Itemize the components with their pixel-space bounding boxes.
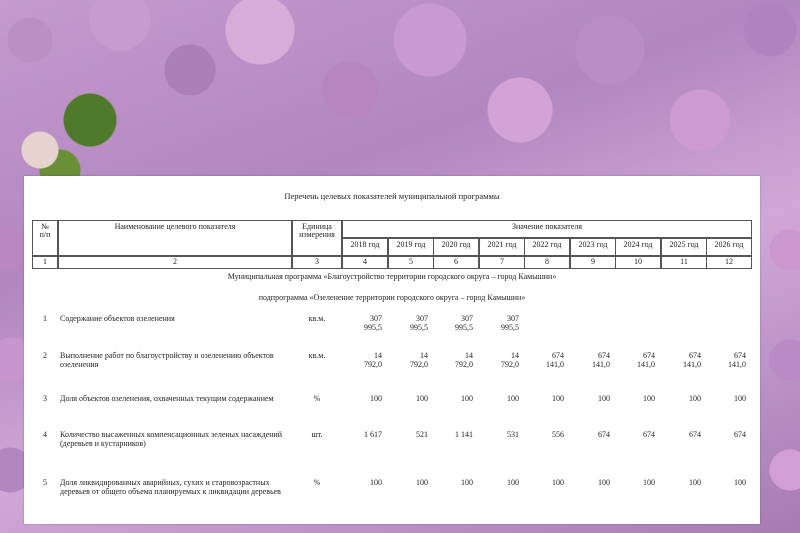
indicator-value: 674 — [643, 430, 655, 439]
header-year: 2024 год — [615, 238, 661, 256]
indicator-value: 1 141 — [455, 430, 473, 439]
indicator-value: 100 — [507, 478, 519, 487]
column-number: 6 — [433, 256, 479, 269]
indicator-value: 100 — [734, 394, 746, 403]
header-number: № п/п — [32, 220, 58, 256]
header-year: 2022 год — [524, 238, 570, 256]
indicator-unit: % — [313, 478, 321, 487]
indicator-value: 556 — [552, 430, 564, 439]
indicator-value: 521 — [416, 430, 428, 439]
column-number: 2 — [58, 256, 292, 269]
header-name: Наименование целевого показателя — [58, 220, 292, 256]
header-year: 2019 год — [388, 238, 434, 256]
column-number: 8 — [524, 256, 570, 269]
indicator-value: 674 141,0 — [592, 351, 610, 370]
row-number: 2 — [43, 351, 47, 360]
header-year: 2018 год — [342, 238, 388, 256]
program-title: Муниципальная программа «Благоустройство… — [227, 272, 557, 281]
header-year: 2026 год — [706, 238, 752, 256]
header-year: 2021 год — [479, 238, 525, 256]
column-number: 5 — [388, 256, 434, 269]
indicator-unit: шт. — [311, 430, 323, 439]
indicator-value: 674 141,0 — [728, 351, 746, 370]
indicator-value: 100 — [689, 394, 701, 403]
indicator-name: Доля объектов озеленения, охваченных тек… — [60, 394, 274, 403]
indicator-value: 100 — [507, 394, 519, 403]
row-number: 3 — [43, 394, 47, 403]
column-number: 10 — [615, 256, 661, 269]
header-year: 2025 год — [661, 238, 707, 256]
indicator-value: 674 — [598, 430, 610, 439]
indicator-name: Доля ликвидированных аварийных, сухих и … — [60, 478, 281, 497]
column-number: 1 — [32, 256, 58, 269]
row-number: 1 — [43, 314, 47, 323]
indicator-value: 100 — [552, 478, 564, 487]
subprogram-title: подпрограмма «Озеленение территории горо… — [258, 293, 526, 302]
indicator-value: 674 — [689, 430, 701, 439]
indicator-value: 100 — [552, 394, 564, 403]
indicator-unit: % — [313, 394, 321, 403]
column-number: 7 — [479, 256, 525, 269]
header-year: 2023 год — [570, 238, 616, 256]
indicator-value: 307 995,5 — [501, 314, 519, 333]
indicator-value: 100 — [416, 478, 428, 487]
indicator-value: 100 — [461, 394, 473, 403]
indicator-value: 14 792,0 — [501, 351, 519, 370]
column-number: 12 — [706, 256, 752, 269]
indicator-value: 674 — [734, 430, 746, 439]
indicator-value: 100 — [416, 394, 428, 403]
row-number: 5 — [43, 478, 47, 487]
indicator-value: 100 — [461, 478, 473, 487]
indicator-value: 674 141,0 — [637, 351, 655, 370]
indicator-value: 14 792,0 — [410, 351, 428, 370]
indicator-value: 531 — [507, 430, 519, 439]
indicator-value: 100 — [643, 478, 655, 487]
indicator-value: 100 — [643, 394, 655, 403]
document-page: Перечень целевых показателей муниципальн… — [24, 176, 760, 524]
indicator-name: Выполнение работ по благоустройству и оз… — [60, 351, 274, 370]
header-unit: Единица измерения — [292, 220, 342, 256]
indicator-value: 307 995,5 — [364, 314, 382, 333]
indicator-value: 14 792,0 — [364, 351, 382, 370]
indicator-value: 1 617 — [364, 430, 382, 439]
document-title: Перечень целевых показателей муниципальн… — [284, 191, 500, 201]
header-value-group: Значение показателя — [342, 220, 752, 238]
indicator-unit: кв.м. — [308, 314, 326, 323]
indicator-name: Содержание объектов озеленения — [60, 314, 175, 323]
indicator-value: 100 — [370, 394, 382, 403]
indicator-value: 307 995,5 — [455, 314, 473, 333]
column-number: 9 — [570, 256, 616, 269]
indicator-value: 674 141,0 — [546, 351, 564, 370]
indicator-value: 100 — [734, 478, 746, 487]
indicator-value: 100 — [370, 478, 382, 487]
indicator-value: 307 995,5 — [410, 314, 428, 333]
indicator-value: 100 — [598, 394, 610, 403]
header-year: 2020 год — [433, 238, 479, 256]
indicator-value: 14 792,0 — [455, 351, 473, 370]
column-number: 3 — [292, 256, 342, 269]
indicator-value: 100 — [689, 478, 701, 487]
row-number: 4 — [43, 430, 47, 439]
indicator-value: 100 — [598, 478, 610, 487]
indicator-value: 674 141,0 — [683, 351, 701, 370]
column-number: 4 — [342, 256, 388, 269]
indicator-unit: кв.м. — [308, 351, 326, 360]
indicator-name: Количество высаженных компенсационных зе… — [60, 430, 283, 449]
column-number: 11 — [661, 256, 707, 269]
